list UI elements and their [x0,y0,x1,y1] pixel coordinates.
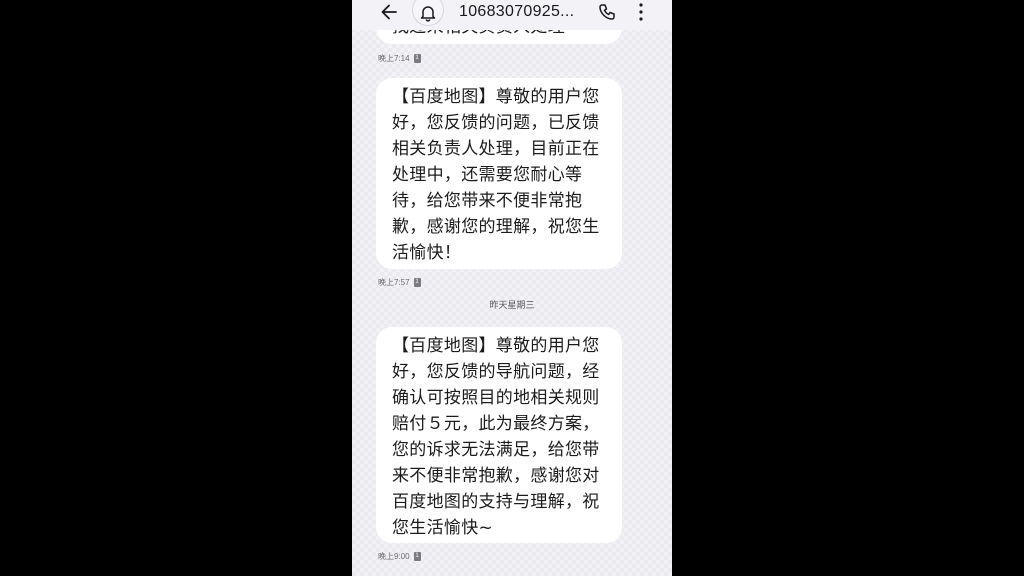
message-time: 晚上9:00 [378,551,410,561]
sim-card-icon: 1 [413,551,421,561]
sms-conversation-screen: 10683070925... 找过来相关负责人处理 晚上7:14 1 【百度地图… [352,0,672,576]
back-button[interactable] [374,0,404,24]
contact-number[interactable]: 10683070925... [459,0,574,24]
message-bubble[interactable]: 【百度地图】尊敬的用户您好，您反馈的导航问题，经确认可按照目的地相关规则赔付５元… [376,327,622,543]
more-options-button[interactable] [631,0,651,24]
arrow-left-icon [381,4,397,20]
call-button[interactable] [592,0,622,24]
message-bubble[interactable]: 【百度地图】尊敬的用户您好，您反馈的问题，已反馈相关负责人处理，目前正在处理中，… [376,78,622,269]
message-text: 【百度地图】尊敬的用户您好，您反馈的导航问题，经确认可按照目的地相关规则赔付５元… [392,336,600,538]
message-text: 【百度地图】尊敬的用户您好，您反馈的问题，已反馈相关负责人处理，目前正在处理中，… [392,87,600,263]
message-meta: 晚上7:57 1 [378,275,421,289]
message-meta: 晚上9:00 1 [378,549,421,563]
message-time: 晚上7:14 [378,53,410,63]
sim-card-icon: 1 [413,277,421,287]
bell-icon [420,6,436,22]
conversation-header: 10683070925... [352,0,672,30]
more-vertical-icon [639,3,643,21]
message-time: 晚上7:57 [378,277,410,287]
date-divider: 昨天星期三 [489,300,535,310]
message-meta: 晚上7:14 1 [378,51,421,65]
notification-toggle-button[interactable] [412,0,444,26]
phone-icon [599,4,615,20]
sim-card-icon: 1 [413,53,421,63]
